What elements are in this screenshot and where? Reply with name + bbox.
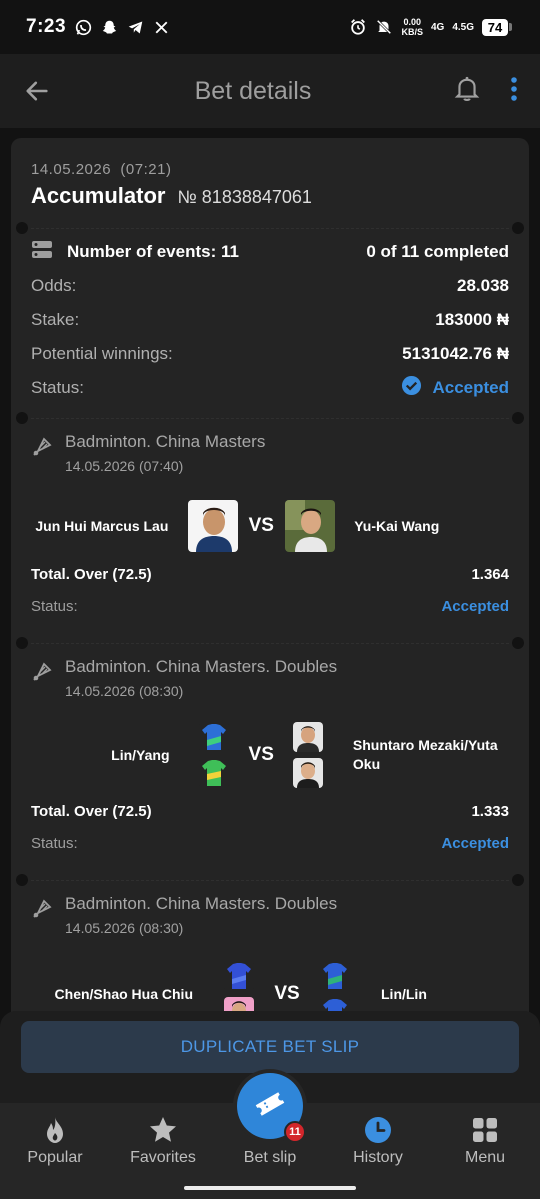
event-header: Badminton. China Masters 14.05.2026 (07:… (31, 432, 265, 474)
vs-label: VS (248, 515, 274, 536)
net-speed: 0.00 KB/S (401, 17, 423, 37)
jersey-icon (320, 961, 350, 991)
signal-4g: 4G (430, 21, 445, 33)
market-row: Total. Over (72.5) 1.333 (31, 801, 509, 821)
bet-slip-count-badge: 11 (284, 1121, 306, 1143)
back-arrow-icon[interactable] (22, 76, 52, 106)
event-status-label: Status: (31, 597, 78, 615)
event-status-value: Accepted (441, 597, 509, 615)
battery-icon: 74 (482, 18, 512, 36)
bet-status-value: Accepted (432, 378, 509, 397)
mute-bell-icon (375, 18, 393, 36)
shuttlecock-icon (31, 661, 53, 699)
team-away-name: Yu-Kai Wang (354, 517, 440, 534)
x-icon (152, 18, 170, 36)
player-photo (293, 722, 324, 752)
team-home-name: Chen/Shao Hua Chiu (54, 985, 193, 1002)
nav-label: Favorites (130, 1149, 196, 1166)
bell-icon[interactable] (454, 75, 480, 108)
completed-count: 0 of 11 completed (366, 242, 509, 261)
odds-value: 28.038 (457, 276, 509, 295)
telegram-icon (126, 18, 144, 36)
bet-type: Accumulator (31, 183, 166, 208)
page-title: Bet details (194, 76, 312, 105)
team-home-name: Lin/Yang (111, 746, 170, 763)
shuttlecock-icon (31, 898, 53, 936)
event-league: Badminton. China Masters. Doubles (65, 894, 338, 913)
player-photo (293, 758, 324, 788)
alarm-icon (349, 18, 367, 36)
bet-date: 14.05.2026 (07:21) (31, 161, 172, 178)
home-indicator (184, 1186, 356, 1190)
vs-label: VS (248, 744, 274, 765)
winnings-row: Potential winnings: 5131042.76 ₦ (31, 342, 509, 366)
odds-row: Odds: 28.038 (31, 274, 509, 298)
market-label: Total. Over (72.5) (31, 802, 152, 820)
clock-icon (363, 1115, 393, 1145)
events-count-label: Number of events: 11 (67, 242, 239, 261)
winnings-label: Potential winnings: (31, 344, 173, 363)
shuttlecock-icon (31, 436, 53, 474)
status-bar: 7:23 0.00 KB/S 4G 4.5G 74 (0, 0, 540, 54)
event-status-row: Status: Accepted (31, 833, 509, 853)
list-icon (31, 240, 53, 265)
event-datetime: 14.05.2026 (07:40) (65, 458, 184, 474)
jersey-icon (224, 961, 254, 991)
market-row: Total. Over (72.5) 1.364 (31, 564, 509, 584)
nav-label: Popular (27, 1149, 83, 1166)
stake-label: Stake: (31, 310, 80, 329)
stake-row: Stake: 183000 ₦ (31, 308, 509, 332)
jersey-icon (199, 722, 230, 752)
nav-label: History (353, 1149, 403, 1166)
more-vertical-icon[interactable] (510, 76, 518, 107)
bet-number: № 81838847061 (177, 187, 312, 207)
whatsapp-icon (74, 18, 92, 36)
events-count-row: Number of events: 11 0 of 11 completed (31, 240, 509, 264)
team-home-name: Jun Hui Marcus Lau (35, 517, 169, 534)
team-away-name: Lin/Lin (381, 985, 427, 1002)
event-status-row: Status: Accepted (31, 596, 509, 616)
team-photos-away (283, 722, 334, 788)
event-match: Lin/Yang VS Shuntaro Mezaki/Yuta Oku (31, 722, 509, 788)
app-bar: Bet details (0, 54, 540, 128)
vs-label: VS (274, 983, 300, 1004)
market-odds: 1.364 (471, 565, 509, 583)
bet-status-row: Status: Accepted (31, 375, 509, 401)
star-icon (148, 1115, 178, 1145)
market-odds: 1.333 (471, 802, 509, 820)
event-status-label: Status: (31, 834, 78, 852)
ticket-icon (253, 1087, 287, 1126)
jersey-icon (199, 758, 230, 788)
grid-icon (470, 1115, 500, 1145)
player-photo-home (187, 500, 239, 552)
nav-label: Bet slip (243, 1149, 297, 1166)
winnings-value: 5131042.76 ₦ (402, 344, 509, 363)
event-header: Badminton. China Masters. Doubles 14.05.… (31, 894, 337, 936)
duplicate-bet-slip-button[interactable]: DUPLICATE BET SLIP (21, 1021, 519, 1073)
event-match: Jun Hui Marcus Lau VS Yu-Kai Wang (31, 500, 509, 552)
nav-label: Menu (464, 1149, 506, 1166)
event-header: Badminton. China Masters. Doubles 14.05.… (31, 657, 337, 699)
status-time: 7:23 (26, 16, 67, 37)
flame-icon (40, 1115, 70, 1145)
team-jerseys-home (189, 722, 240, 788)
event-datetime: 14.05.2026 (08:30) (65, 683, 184, 699)
bet-ticket-card: 14.05.2026 (07:21) Accumulator № 8183884… (11, 138, 529, 1138)
bet-title-line: Accumulator № 81838847061 (31, 183, 312, 209)
signal-45g: 4.5G (452, 21, 474, 33)
event-league: Badminton. China Masters. Doubles (65, 657, 338, 676)
market-label: Total. Over (72.5) (31, 565, 152, 583)
event-datetime: 14.05.2026 (08:30) (65, 920, 184, 936)
check-circle-icon (401, 375, 422, 401)
stake-value: 183000 ₦ (435, 310, 509, 329)
event-status-value: Accepted (441, 834, 509, 852)
player-photo-away (284, 500, 335, 552)
odds-label: Odds: (31, 276, 77, 295)
team-away-name: Shuntaro Mezaki/Yuta Oku (352, 737, 498, 772)
snapchat-icon (100, 18, 118, 36)
bet-status-label: Status: (31, 378, 84, 397)
event-league: Badminton. China Masters (65, 432, 266, 451)
